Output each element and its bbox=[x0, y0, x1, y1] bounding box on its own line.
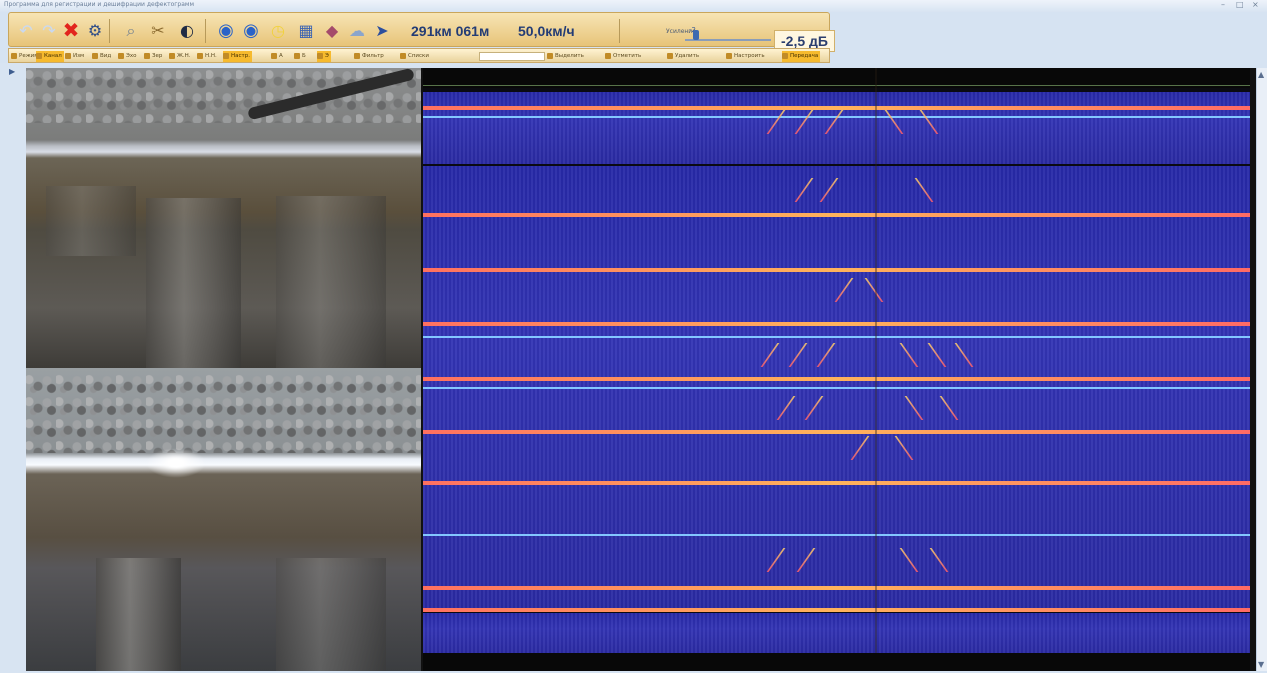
echo-button[interactable]: Эхо bbox=[118, 51, 136, 62]
measure-button[interactable]: Изм bbox=[65, 51, 84, 62]
tools-icon[interactable]: ✂ bbox=[148, 21, 168, 41]
settings-icon[interactable]: ⚙ bbox=[85, 21, 105, 41]
e-button[interactable]: Э bbox=[317, 51, 331, 62]
select-button[interactable]: Выделить bbox=[547, 51, 584, 62]
back-icon[interactable]: ◉ bbox=[216, 21, 236, 41]
contrast-icon[interactable]: ◐ bbox=[177, 21, 197, 41]
mark-button[interactable]: Отметить bbox=[605, 51, 641, 62]
position-readout: 291км 061м bbox=[411, 23, 490, 39]
a-button[interactable]: А bbox=[271, 51, 283, 62]
b-button[interactable]: Б bbox=[294, 51, 306, 62]
camera-view-bottom bbox=[26, 368, 421, 671]
delete-button[interactable]: Удалить bbox=[667, 51, 699, 62]
search-input[interactable] bbox=[479, 52, 545, 61]
title-bar: Программа для регистрации и дешифрации д… bbox=[0, 0, 1267, 12]
mode-button[interactable]: Режим bbox=[11, 51, 38, 62]
main-view bbox=[26, 68, 1256, 671]
channel-button[interactable]: Канал bbox=[36, 51, 64, 62]
left-gutter: ▶ bbox=[0, 63, 26, 673]
export-icon[interactable]: ➤ bbox=[372, 21, 392, 41]
secondary-toolbar: Режим Канал Изм Вид Эхо Зер Ж.Н. Н.Н. На… bbox=[8, 48, 830, 63]
mirror-button[interactable]: Зер bbox=[144, 51, 162, 62]
undo-icon[interactable]: ↶ bbox=[16, 21, 36, 41]
expand-panel-icon[interactable]: ▶ bbox=[9, 67, 15, 76]
view-button[interactable]: Вид bbox=[92, 51, 111, 62]
settings-button[interactable]: Настр. bbox=[223, 51, 252, 62]
window-title: Программа для регистрации и дешифрации д… bbox=[4, 1, 194, 8]
maximize-icon[interactable]: □ bbox=[1236, 0, 1244, 9]
transfer-button[interactable]: Передача bbox=[782, 51, 821, 62]
camera-view-top bbox=[26, 68, 421, 368]
view-icon[interactable]: ⌕ bbox=[121, 21, 141, 41]
defectogram-view[interactable] bbox=[423, 68, 1250, 671]
cloud-icon[interactable]: ☁ bbox=[347, 21, 367, 41]
filter-button[interactable]: Фильтр bbox=[354, 51, 384, 62]
app-window: Программа для регистрации и дешифрации д… bbox=[0, 0, 1267, 673]
speed-readout: 50,0км/ч bbox=[518, 23, 575, 39]
main-toolbar: ↶ ↷ ✖ ⚙ ⌕ ✂ ◐ ◉ ◉ ◷ ▦ ◆ ☁ ➤ 291км 061м 5… bbox=[8, 12, 835, 52]
folder-icon[interactable]: ▦ bbox=[296, 21, 316, 41]
timer-icon[interactable]: ◷ bbox=[268, 21, 288, 41]
scroll-up-icon[interactable]: ▲ bbox=[1258, 70, 1264, 79]
configure-button[interactable]: Настроить bbox=[726, 51, 765, 62]
gain-slider-thumb[interactable] bbox=[693, 30, 699, 40]
lists-button[interactable]: Списки bbox=[400, 51, 429, 62]
close-icon[interactable]: × bbox=[1252, 0, 1259, 9]
scroll-down-icon[interactable]: ▼ bbox=[1258, 660, 1264, 669]
nn-button[interactable]: Н.Н. bbox=[197, 51, 217, 62]
forward-icon[interactable]: ◉ bbox=[241, 21, 261, 41]
redo-icon[interactable]: ↷ bbox=[39, 21, 59, 41]
vertical-scrollbar[interactable]: ▲ ▼ bbox=[1256, 68, 1267, 671]
archive-icon[interactable]: ◆ bbox=[322, 21, 342, 41]
close-red-icon[interactable]: ✖ bbox=[61, 20, 81, 40]
jn-button[interactable]: Ж.Н. bbox=[169, 51, 191, 62]
minimize-icon[interactable]: – bbox=[1221, 0, 1225, 9]
